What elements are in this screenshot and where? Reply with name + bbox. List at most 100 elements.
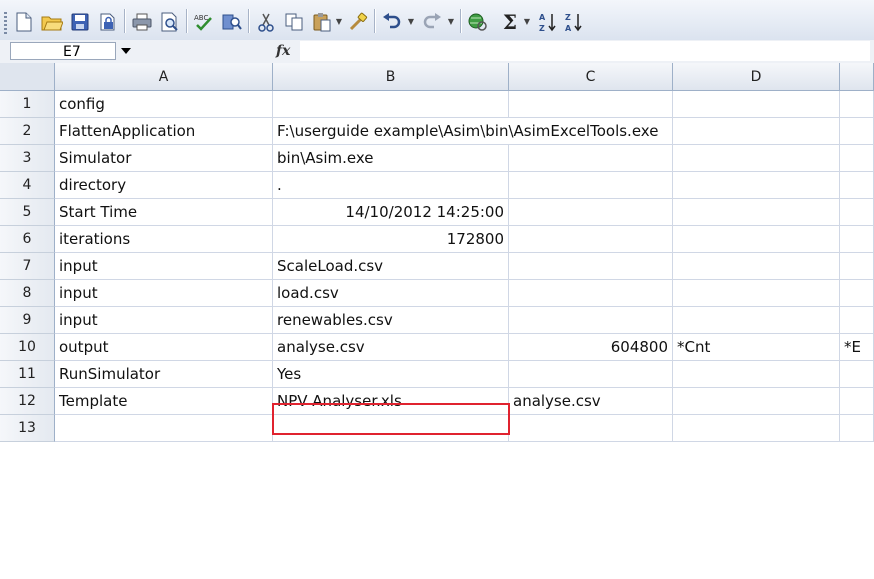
cell-a3[interactable]: Simulator: [55, 145, 273, 172]
cell-a8[interactable]: input: [55, 280, 273, 307]
cell-d6[interactable]: [673, 226, 840, 253]
row-header[interactable]: 3: [0, 145, 55, 172]
cell-e1[interactable]: [840, 91, 874, 118]
cell-a10[interactable]: output: [55, 334, 273, 361]
row-header[interactable]: 7: [0, 253, 55, 280]
cell-b10[interactable]: analyse.csv: [273, 334, 509, 361]
cell-d3[interactable]: [673, 145, 840, 172]
cell-e12[interactable]: [840, 388, 874, 415]
cell-b1[interactable]: [273, 91, 509, 118]
cell-d7[interactable]: [673, 253, 840, 280]
print-icon[interactable]: [128, 8, 156, 36]
column-header-b[interactable]: B: [273, 63, 509, 91]
row-header[interactable]: 12: [0, 388, 55, 415]
cell-a9[interactable]: input: [55, 307, 273, 334]
cell-c6[interactable]: [509, 226, 673, 253]
cell-d1[interactable]: [673, 91, 840, 118]
cut-scissors-icon[interactable]: [252, 8, 280, 36]
row-header[interactable]: 11: [0, 361, 55, 388]
cell-c9[interactable]: [509, 307, 673, 334]
cell-b7[interactable]: ScaleLoad.csv: [273, 253, 509, 280]
cell-c7[interactable]: [509, 253, 673, 280]
cell-d4[interactable]: [673, 172, 840, 199]
cell-e10[interactable]: *E: [840, 334, 874, 361]
paste-icon[interactable]: [308, 8, 336, 36]
name-box-dropdown-icon[interactable]: [121, 48, 131, 54]
cell-e4[interactable]: [840, 172, 874, 199]
cell-b8[interactable]: load.csv: [273, 280, 509, 307]
row-header[interactable]: 5: [0, 199, 55, 226]
cell-c4[interactable]: [509, 172, 673, 199]
cell-e3[interactable]: [840, 145, 874, 172]
cell-b2[interactable]: F:\userguide example\Asim\bin\AsimExcelT…: [273, 118, 658, 145]
cell-a4[interactable]: directory: [55, 172, 273, 199]
column-header-d[interactable]: D: [673, 63, 840, 91]
column-header-e[interactable]: [840, 63, 874, 91]
open-folder-icon[interactable]: [38, 8, 66, 36]
cell-b9[interactable]: renewables.csv: [273, 307, 509, 334]
cell-a2[interactable]: FlattenApplication: [55, 118, 273, 145]
save-disk-icon[interactable]: [66, 8, 94, 36]
hyperlink-icon[interactable]: [464, 8, 492, 36]
cell-b4[interactable]: .: [273, 172, 509, 199]
cell-e11[interactable]: [840, 361, 874, 388]
cell-a7[interactable]: input: [55, 253, 273, 280]
cell-c11[interactable]: [509, 361, 673, 388]
cell-d11[interactable]: [673, 361, 840, 388]
cell-c8[interactable]: [509, 280, 673, 307]
paste-dropdown-arrow-icon[interactable]: ▼: [334, 14, 344, 28]
cell-b13[interactable]: [273, 415, 509, 442]
cell-b11[interactable]: Yes: [273, 361, 509, 388]
cell-d8[interactable]: [673, 280, 840, 307]
new-document-icon[interactable]: [10, 8, 38, 36]
autosum-dropdown-arrow-icon[interactable]: ▼: [522, 14, 532, 28]
row-header[interactable]: 10: [0, 334, 55, 361]
format-painter-icon[interactable]: [344, 8, 372, 36]
cell-d13[interactable]: [673, 415, 840, 442]
copy-icon[interactable]: [280, 8, 308, 36]
cell-a11[interactable]: RunSimulator: [55, 361, 273, 388]
select-all-corner[interactable]: [0, 63, 55, 91]
cell-e13[interactable]: [840, 415, 874, 442]
cell-b5[interactable]: 14/10/2012 14:25:00: [273, 199, 509, 226]
undo-dropdown-arrow-icon[interactable]: ▼: [406, 14, 416, 28]
cell-e9[interactable]: [840, 307, 874, 334]
cell-e5[interactable]: [840, 199, 874, 226]
cell-d5[interactable]: [673, 199, 840, 226]
research-icon[interactable]: [218, 8, 246, 36]
row-header[interactable]: 13: [0, 415, 55, 442]
cell-a12[interactable]: Template: [55, 388, 273, 415]
formula-input[interactable]: [300, 41, 870, 61]
cell-c5[interactable]: [509, 199, 673, 226]
cell-b6[interactable]: 172800: [273, 226, 509, 253]
cell-e2[interactable]: [840, 118, 874, 145]
redo-dropdown-arrow-icon[interactable]: ▼: [446, 14, 456, 28]
column-header-a[interactable]: A: [55, 63, 273, 91]
permission-icon[interactable]: [94, 8, 122, 36]
cell-a13[interactable]: [55, 415, 273, 442]
cell-c1[interactable]: [509, 91, 673, 118]
cell-c2[interactable]: [509, 118, 673, 145]
cell-d9[interactable]: [673, 307, 840, 334]
autosum-sigma-icon[interactable]: Σ: [496, 8, 524, 36]
cell-d10[interactable]: *Cnt: [673, 334, 840, 361]
toolbar-grip[interactable]: [4, 12, 7, 34]
sort-ascending-icon[interactable]: AZ: [534, 8, 562, 36]
cell-b3[interactable]: bin\Asim.exe: [273, 145, 509, 172]
column-header-c[interactable]: C: [509, 63, 673, 91]
cell-a1[interactable]: config: [55, 91, 273, 118]
name-box[interactable]: E7: [10, 42, 116, 60]
spelling-check-icon[interactable]: ABC: [190, 8, 218, 36]
cell-b12[interactable]: NPV Analyser.xls: [273, 388, 509, 415]
print-preview-icon[interactable]: [156, 8, 184, 36]
redo-icon[interactable]: [418, 8, 446, 36]
cell-c3[interactable]: [509, 145, 673, 172]
sort-descending-icon[interactable]: ZA: [560, 8, 588, 36]
cell-c12[interactable]: analyse.csv: [509, 388, 673, 415]
row-header[interactable]: 4: [0, 172, 55, 199]
cell-a6[interactable]: iterations: [55, 226, 273, 253]
row-header[interactable]: 1: [0, 91, 55, 118]
cell-d2[interactable]: [673, 118, 840, 145]
cell-c13[interactable]: [509, 415, 673, 442]
cell-c10[interactable]: 604800: [509, 334, 673, 361]
